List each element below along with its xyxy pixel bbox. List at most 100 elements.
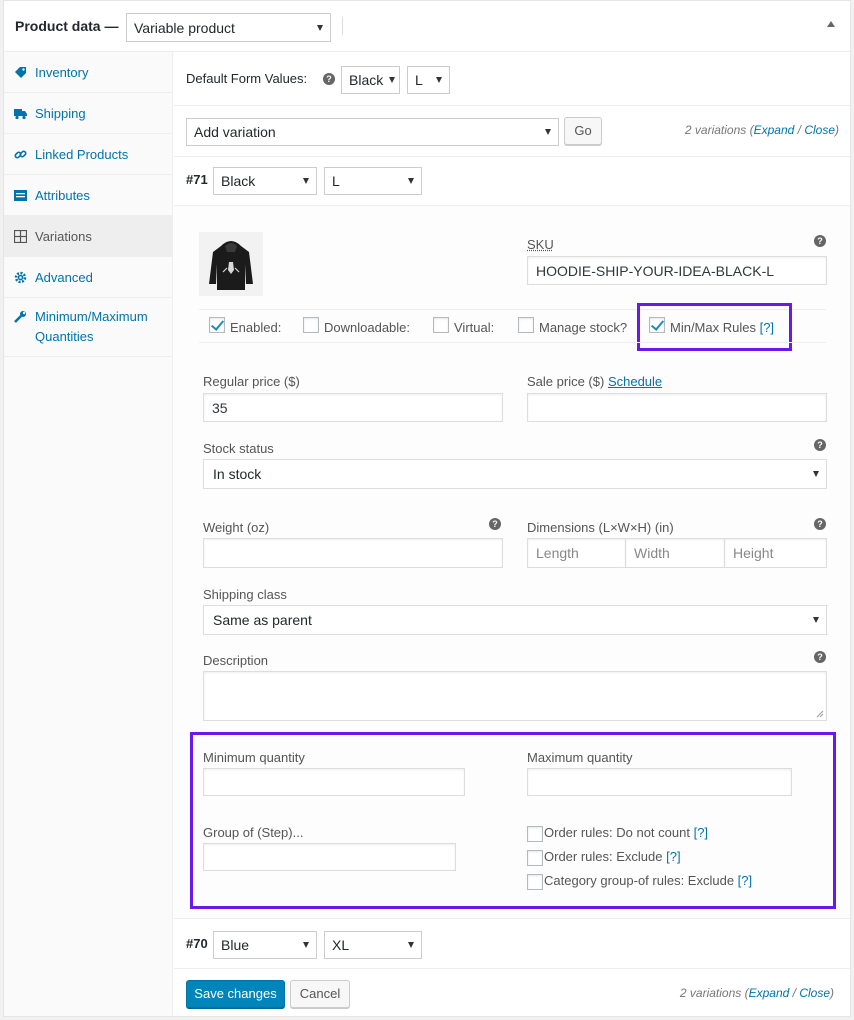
product-type-value: Variable product [134,19,235,36]
product-data-panel: Product data — Variable product Inventor… [3,0,851,1017]
close-paren: ) [835,123,839,137]
variation-header-70[interactable]: #70 Blue XL [174,919,850,969]
order-rules-nocount-label: Order rules: Do not count [?] [544,825,708,840]
order-rules-exclude-text: Order rules: Exclude [544,849,663,864]
chevron-down-icon [303,178,309,184]
close-paren: ) [830,986,834,1000]
sidebar-item-label: Attributes [35,187,90,203]
chevron-down-icon [545,129,551,135]
link-icon [14,148,27,161]
enabled-label: Enabled: [230,320,282,335]
sidebar-item-label: Inventory [35,64,89,80]
help-icon[interactable]: ? [814,439,826,451]
downloadable-checkbox[interactable] [303,317,319,333]
variation-size-select[interactable]: L [324,167,422,195]
help-icon[interactable]: ? [814,518,826,530]
sidebar-item-inventory[interactable]: Inventory [4,52,172,93]
go-button[interactable]: Go [564,117,602,145]
help-icon[interactable]: ? [489,518,501,530]
truck-icon [14,107,27,120]
header-divider [342,17,343,35]
sidebar-item-label: Advanced [35,269,93,285]
order-rules-exclude-checkbox[interactable] [527,850,543,866]
variation-header-71[interactable]: #71 Black L [174,157,850,206]
max-quantity-label: Maximum quantity [527,750,633,765]
group-of-label: Group of (Step)... [203,825,304,840]
help-link[interactable]: [?] [738,873,752,888]
sidebar-item-attributes[interactable]: Attributes [4,175,172,216]
close-link[interactable]: Close [804,123,835,137]
weight-label: Weight (oz) [203,520,270,535]
min-quantity-label: Minimum quantity [203,750,305,765]
hoodie-image [209,241,253,290]
enabled-checkbox[interactable] [209,317,225,333]
sku-input[interactable]: HOODIE-SHIP-YOUR-IDEA-BLACK-L [527,256,827,285]
default-color-value: Black [349,72,384,88]
sidebar-item-shipping[interactable]: Shipping [4,93,172,134]
sidebar-item-label: Variations [35,228,92,244]
sku-label: SKU [527,237,554,252]
category-rules-exclude-checkbox[interactable] [527,874,543,890]
sale-price-label: Sale price ($) [527,374,605,389]
virtual-label: Virtual: [454,320,495,335]
product-type-select[interactable]: Variable product [126,13,331,42]
help-link[interactable]: [?] [666,849,680,864]
default-size-select[interactable]: L [407,66,450,94]
description-label: Description [203,653,269,668]
min-quantity-input[interactable] [203,768,465,796]
max-quantity-input[interactable] [527,768,792,796]
order-rules-nocount-text: Order rules: Do not count [544,825,690,840]
save-changes-button[interactable]: Save changes [186,980,285,1008]
expand-link[interactable]: Expand [754,123,795,137]
help-icon[interactable]: ? [323,73,335,85]
cancel-button[interactable]: Cancel [290,980,350,1008]
width-input[interactable]: Width [625,538,725,568]
minmax-rules-checkbox[interactable] [649,317,665,333]
sidebar-item-variations[interactable]: Variations [4,216,172,257]
wrench-icon [14,310,27,323]
help-icon[interactable]: ? [814,235,826,247]
order-rules-nocount-checkbox[interactable] [527,826,543,842]
weight-input[interactable] [203,538,503,568]
regular-price-input[interactable]: 35 [203,393,503,422]
resize-handle-icon[interactable] [816,710,824,718]
downloadable-label: Downloadable: [324,320,411,335]
expand-link[interactable]: Expand [749,986,790,1000]
dimensions-label: Dimensions (L×W×H) (in) [527,520,674,535]
minmax-help-link[interactable]: [?] [760,320,774,335]
shipping-class-value: Same as parent [213,612,312,628]
variation-image[interactable] [199,232,263,296]
length-input[interactable]: Length [527,538,626,568]
variations-count-footer: 2 variations (Expand / Close) [680,986,834,1000]
stock-status-select[interactable]: In stock [203,459,827,489]
panel-header: Product data — Variable product [4,1,850,52]
variation-size-value: XL [332,937,350,953]
divider [199,342,826,343]
sidebar-item-label: Shipping [35,105,86,121]
add-variation-select[interactable]: Add variation [186,118,559,146]
variation-color-value: Black [221,173,256,189]
sidebar-item-linked-products[interactable]: Linked Products [4,134,172,175]
schedule-link[interactable]: Schedule [608,374,662,389]
variation-color-value: Blue [221,937,250,953]
variation-color-select[interactable]: Black [213,167,317,195]
collapse-arrow-icon[interactable] [827,21,835,27]
shipping-class-select[interactable]: Same as parent [203,605,827,635]
height-input[interactable]: Height [724,538,827,568]
help-link[interactable]: [?] [694,825,708,840]
help-icon[interactable]: ? [814,651,826,663]
default-color-select[interactable]: Black [341,66,400,94]
close-link[interactable]: Close [799,986,830,1000]
variation-size-select[interactable]: XL [324,931,422,959]
manage-stock-checkbox[interactable] [518,317,534,333]
sale-price-input[interactable] [527,393,827,422]
variation-color-select[interactable]: Blue [213,931,317,959]
description-textarea[interactable] [203,671,827,721]
category-rules-exclude-label: Category group-of rules: Exclude [?] [544,873,752,888]
group-of-input[interactable] [203,843,456,871]
panel-title: Product data — [15,18,119,34]
sidebar-item-minmax-quantities[interactable]: Minimum/Maximum Quantities [4,298,172,357]
sidebar-item-advanced[interactable]: Advanced [4,257,172,298]
virtual-checkbox[interactable] [433,317,449,333]
chevron-down-icon [408,942,414,948]
